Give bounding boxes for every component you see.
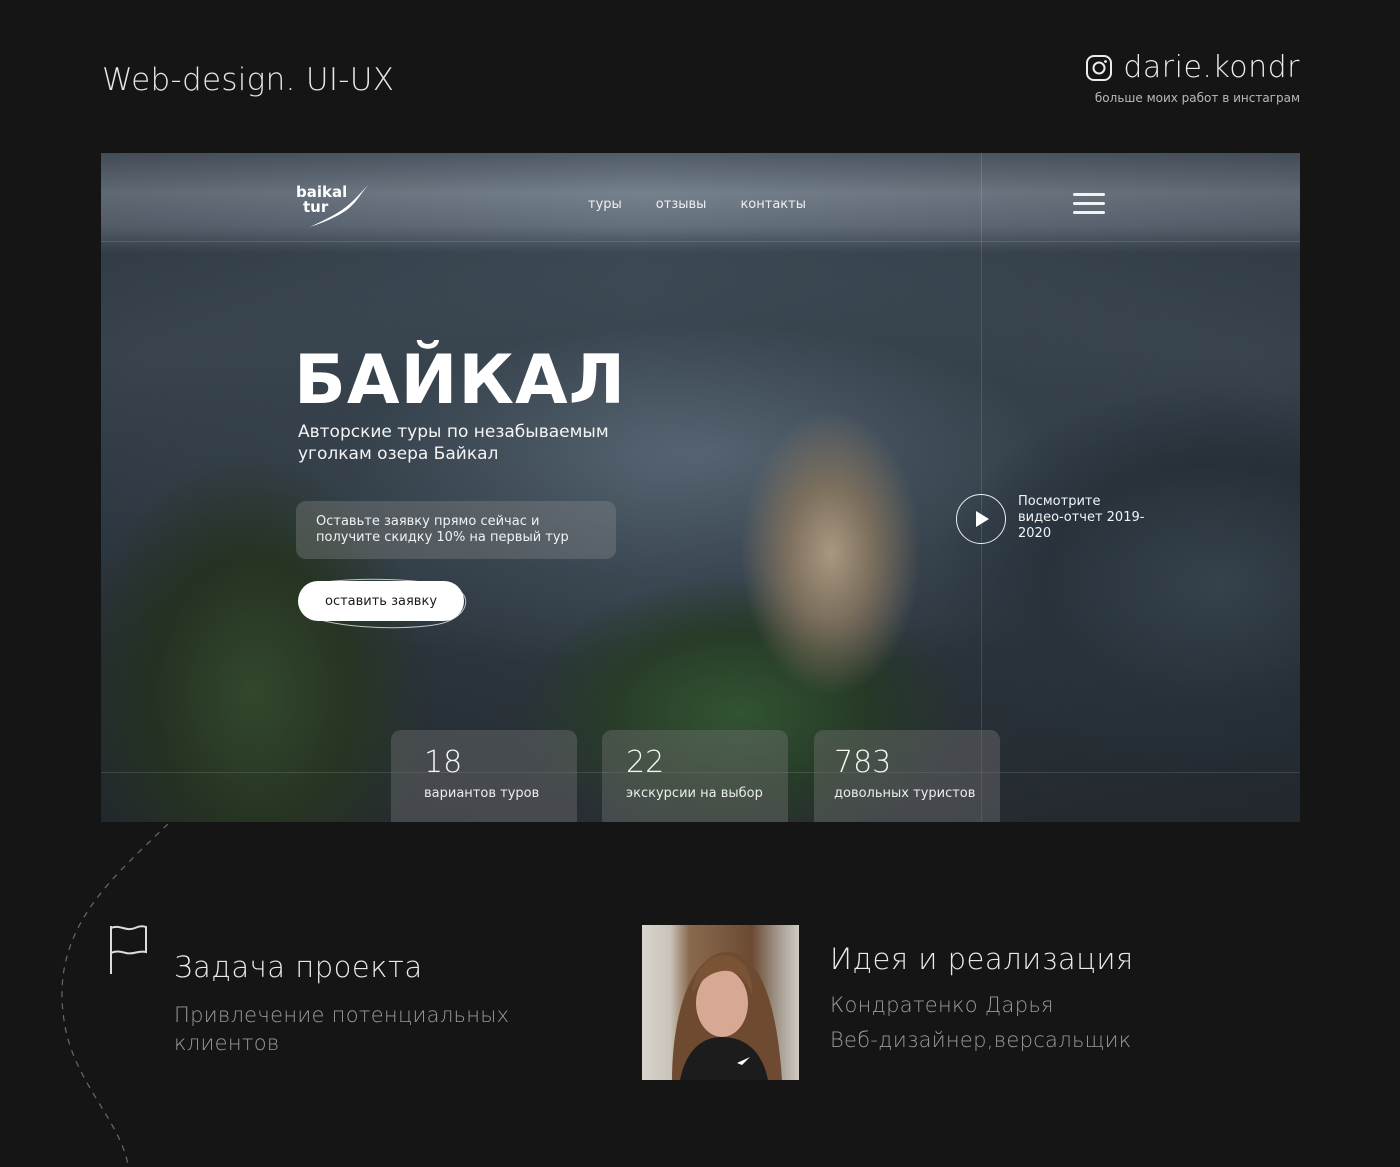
hero-title: БАЙКАЛ — [294, 341, 627, 420]
instagram-caption: больше моих работ в инстаграм — [1094, 91, 1300, 105]
instagram-handle[interactable]: darie.kondr — [1123, 50, 1300, 85]
hero-subtitle: Авторские туры по незабываемым уголкам о… — [298, 422, 609, 464]
stat-value: 18 — [424, 745, 463, 780]
stat-label: экскурсии на выбор — [626, 786, 763, 801]
stat-value: 22 — [626, 745, 665, 780]
nav-item-reviews[interactable]: отзывы — [656, 197, 707, 212]
stat-card: 18 вариантов туров — [391, 730, 577, 822]
grid-line — [981, 153, 982, 822]
stat-card: 22 экскурсии на выбор — [602, 730, 788, 822]
offer-box: Оставьте заявку прямо сейчас и получите … — [296, 501, 616, 559]
idea-title: Идея и реализация — [830, 942, 1134, 976]
hamburger-menu-icon[interactable] — [1073, 193, 1105, 215]
hero-screenshot: baikal tur туры отзывы контакты БАЙКАЛ А… — [101, 153, 1300, 822]
baikal-lake-icon — [310, 183, 370, 227]
stat-label: вариантов туров — [424, 786, 540, 801]
grid-line — [101, 241, 1300, 242]
decorative-dashed-curve — [61, 823, 169, 1166]
nav-item-tours[interactable]: туры — [588, 197, 622, 212]
instagram-icon[interactable] — [1085, 54, 1113, 82]
author-name: Кондратенко Дарья — [830, 993, 1054, 1017]
stat-value: 783 — [834, 745, 892, 780]
play-video-button[interactable] — [956, 494, 1006, 544]
flag-icon — [110, 925, 147, 974]
page-title: Web-design. UI-UX — [102, 62, 395, 98]
video-label[interactable]: Посмотрите видео-отчет 2019-2020 — [1018, 494, 1148, 542]
task-title: Задача проекта — [174, 950, 423, 984]
portrait-illustration — [672, 952, 782, 1080]
stat-card: 783 довольных туристов — [814, 730, 1000, 822]
hero-shade — [101, 153, 1300, 822]
task-description: Привлечение потенциальных клиентов — [174, 1003, 510, 1055]
baikal-tur-logo[interactable]: baikal tur — [296, 181, 376, 231]
play-icon — [976, 511, 989, 527]
stat-label: довольных туристов — [834, 786, 976, 801]
author-role: Веб-дизайнер,версальщик — [830, 1028, 1132, 1052]
main-nav: туры отзывы контакты — [588, 197, 806, 212]
nav-item-contacts[interactable]: контакты — [740, 197, 806, 212]
instagram-block[interactable]: darie.kondr больше моих работ в инстагра… — [1085, 50, 1300, 105]
leave-request-button[interactable]: оставить заявку — [298, 581, 464, 621]
author-photo — [642, 925, 799, 1080]
